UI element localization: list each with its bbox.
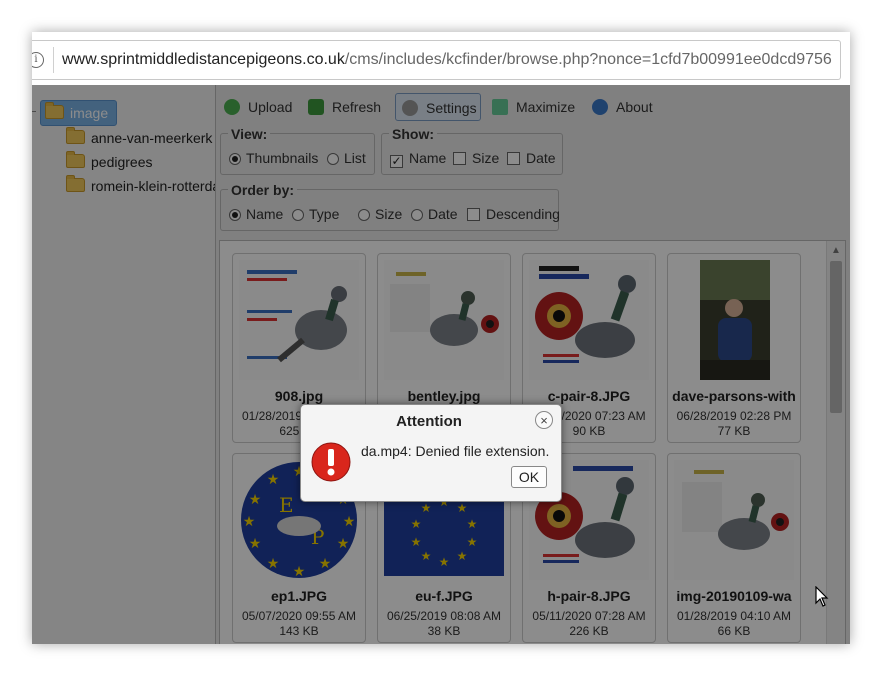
ok-button[interactable]: OK [511, 466, 547, 488]
url-host: www.sprintmiddledistancepigeons.co.uk [62, 51, 345, 68]
modal-overlay [32, 85, 850, 644]
url-path: /cms/includes/kcfinder/browse.php?nonce=… [344, 51, 832, 68]
info-icon[interactable]: i [32, 52, 44, 68]
mouse-cursor-icon [815, 586, 829, 607]
address-bar: i www.sprintmiddledistancepigeons.co.uk/… [32, 32, 850, 86]
close-icon[interactable]: × [535, 411, 553, 429]
divider [53, 47, 54, 73]
dialog-message: da.mp4: Denied file extension. [361, 443, 550, 459]
url-text[interactable]: www.sprintmiddledistancepigeons.co.uk/cm… [62, 51, 832, 69]
attention-dialog: Attention × da.mp4: Denied file extensio… [300, 404, 562, 502]
browser-window: i www.sprintmiddledistancepigeons.co.uk/… [32, 32, 850, 644]
dialog-title: Attention [396, 413, 462, 430]
url-field[interactable]: i www.sprintmiddledistancepigeons.co.uk/… [32, 40, 841, 80]
error-icon [311, 442, 351, 482]
